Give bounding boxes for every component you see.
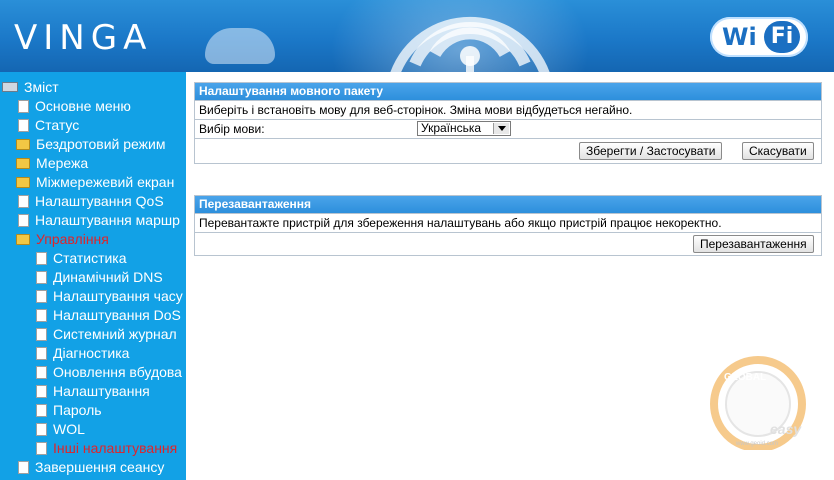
sidebar-root-label: Зміст: [24, 79, 59, 95]
sidebar-item-label: Завершення сеансу: [35, 459, 165, 475]
folder-open-icon: [16, 233, 30, 245]
cancel-button[interactable]: Скасувати: [742, 142, 814, 160]
sidebar-subitem-label: Діагностика: [53, 345, 130, 361]
watermark-brand-text: easy: [770, 421, 802, 437]
sidebar-subitem-firmware[interactable]: Оновлення вбудова: [36, 363, 182, 382]
document-icon: [36, 403, 47, 417]
sidebar-root[interactable]: Зміст: [2, 78, 59, 97]
language-panel-title: Налаштування мовного пакету: [195, 83, 821, 100]
reboot-actions-row: Перезавантаження: [195, 232, 821, 255]
language-field-label: Вибір мови:: [199, 122, 265, 136]
sidebar-subitem-label: Налаштування DoS: [53, 307, 181, 323]
wireless-signal-icon: [390, 16, 550, 72]
language-description: Виберіть і встановіть мову для веб-сторі…: [195, 100, 821, 119]
document-icon: [36, 422, 47, 436]
document-icon: [18, 118, 29, 132]
language-panel: Налаштування мовного пакету Виберіть і в…: [194, 82, 822, 164]
sidebar-item-qos[interactable]: Налаштування QoS: [18, 192, 164, 211]
reboot-description-text: Перевантажте пристрій для збереження нал…: [199, 216, 722, 230]
sidebar-item-management[interactable]: Управління: [16, 230, 109, 249]
language-select[interactable]: Українська: [417, 121, 511, 136]
sidebar-subitem-label: WOL: [53, 421, 85, 437]
sidebar-subitem-label: Статистика: [53, 250, 127, 266]
root-folder-icon: [2, 82, 18, 93]
save-apply-button[interactable]: Зберегти / Застосувати: [579, 142, 723, 160]
document-icon: [36, 327, 47, 341]
sidebar-subitem-wol[interactable]: WOL: [36, 420, 85, 439]
sidebar-subitem-settings[interactable]: Налаштування: [36, 382, 150, 401]
sidebar-item-label: Мережа: [36, 155, 89, 171]
sidebar-subitem-statistics[interactable]: Статистика: [36, 249, 127, 268]
geoid-watermark: GLOBAL easy www.geoid.com: [710, 356, 806, 450]
sidebar-item-label: Статус: [35, 117, 80, 133]
sidebar-subitem-label: Оновлення вбудова: [53, 364, 182, 380]
language-description-text: Виберіть і встановіть мову для веб-сторі…: [199, 103, 633, 117]
sidebar-item-label: Налаштування QoS: [35, 193, 164, 209]
reboot-panel-title: Перезавантаження: [195, 196, 821, 213]
sidebar-item-routing[interactable]: Налаштування маршр: [18, 211, 180, 230]
sidebar-item-firewall[interactable]: Міжмережевий екран: [16, 173, 174, 192]
sidebar-subitem-ddns[interactable]: Динамічний DNS: [36, 268, 163, 287]
wifi-badge: Wi Fi: [710, 17, 808, 57]
sidebar-subitem-label: Налаштування часу: [53, 288, 183, 304]
sidebar-item-label: Міжмережевий екран: [36, 174, 175, 190]
folder-icon: [16, 138, 30, 150]
document-icon: [18, 460, 29, 474]
sidebar-item-status[interactable]: Статус: [18, 116, 79, 135]
header-banner: VINGA Wi Fi: [0, 0, 834, 72]
sidebar-subitem-label: Інші налаштування: [53, 440, 178, 456]
sidebar-item-label: Бездротовий режим: [36, 136, 166, 152]
wifi-badge-fi: Fi: [764, 21, 800, 53]
sidebar-item-label: Управління: [36, 231, 109, 247]
language-actions-row: Зберегти / Застосувати Скасувати: [195, 138, 821, 163]
sidebar-item-network[interactable]: Мережа: [16, 154, 88, 173]
document-icon: [36, 384, 47, 398]
document-icon: [36, 270, 47, 284]
sidebar-subitem-syslog[interactable]: Системний журнал: [36, 325, 177, 344]
document-icon: [36, 289, 47, 303]
sidebar-item-label: Налаштування маршр: [35, 212, 180, 228]
sidebar-subitem-label: Налаштування: [53, 383, 150, 399]
watermark-url-text: www.geoid.com: [735, 441, 778, 447]
sidebar-subitem-time[interactable]: Налаштування часу: [36, 287, 183, 306]
document-icon: [36, 251, 47, 265]
wifi-badge-wi: Wi: [722, 23, 757, 51]
sidebar-subitem-label: Пароль: [53, 402, 102, 418]
sidebar-item-logout[interactable]: Завершення сеансу: [18, 458, 164, 477]
sidebar-nav: Зміст Основне меню Статус Бездротовий ре…: [0, 72, 186, 480]
language-select-row: Вибір мови: Українська: [195, 119, 821, 138]
sidebar-subitem-dos[interactable]: Налаштування DoS: [36, 306, 181, 325]
folder-icon: [16, 176, 30, 188]
document-icon: [36, 441, 47, 455]
language-select-value: Українська: [421, 121, 482, 135]
document-icon: [36, 346, 47, 360]
document-icon: [36, 365, 47, 379]
sidebar-subitem-password[interactable]: Пароль: [36, 401, 102, 420]
sidebar-subitem-label: Динамічний DNS: [53, 269, 163, 285]
reboot-panel: Перезавантаження Перевантажте пристрій д…: [194, 195, 822, 256]
sidebar-item-label: Основне меню: [35, 98, 131, 114]
document-icon: [36, 308, 47, 322]
sidebar-item-wireless[interactable]: Бездротовий режим: [16, 135, 165, 154]
chevron-down-icon[interactable]: [493, 123, 509, 134]
folder-icon: [16, 157, 30, 169]
document-icon: [18, 194, 29, 208]
reboot-button[interactable]: Перезавантаження: [693, 235, 814, 253]
reboot-description: Перевантажте пристрій для збереження нал…: [195, 213, 821, 232]
sidebar-subitem-label: Системний журнал: [53, 326, 177, 342]
hands-graphic: [205, 28, 275, 64]
document-icon: [18, 213, 29, 227]
sidebar-item-main-menu[interactable]: Основне меню: [18, 97, 131, 116]
brand-logo: VINGA: [14, 18, 153, 58]
document-icon: [18, 99, 29, 113]
sidebar-subitem-other-settings[interactable]: Інші налаштування: [36, 439, 177, 458]
watermark-global-text: GLOBAL: [724, 372, 766, 383]
sidebar-subitem-diagnostics[interactable]: Діагностика: [36, 344, 129, 363]
